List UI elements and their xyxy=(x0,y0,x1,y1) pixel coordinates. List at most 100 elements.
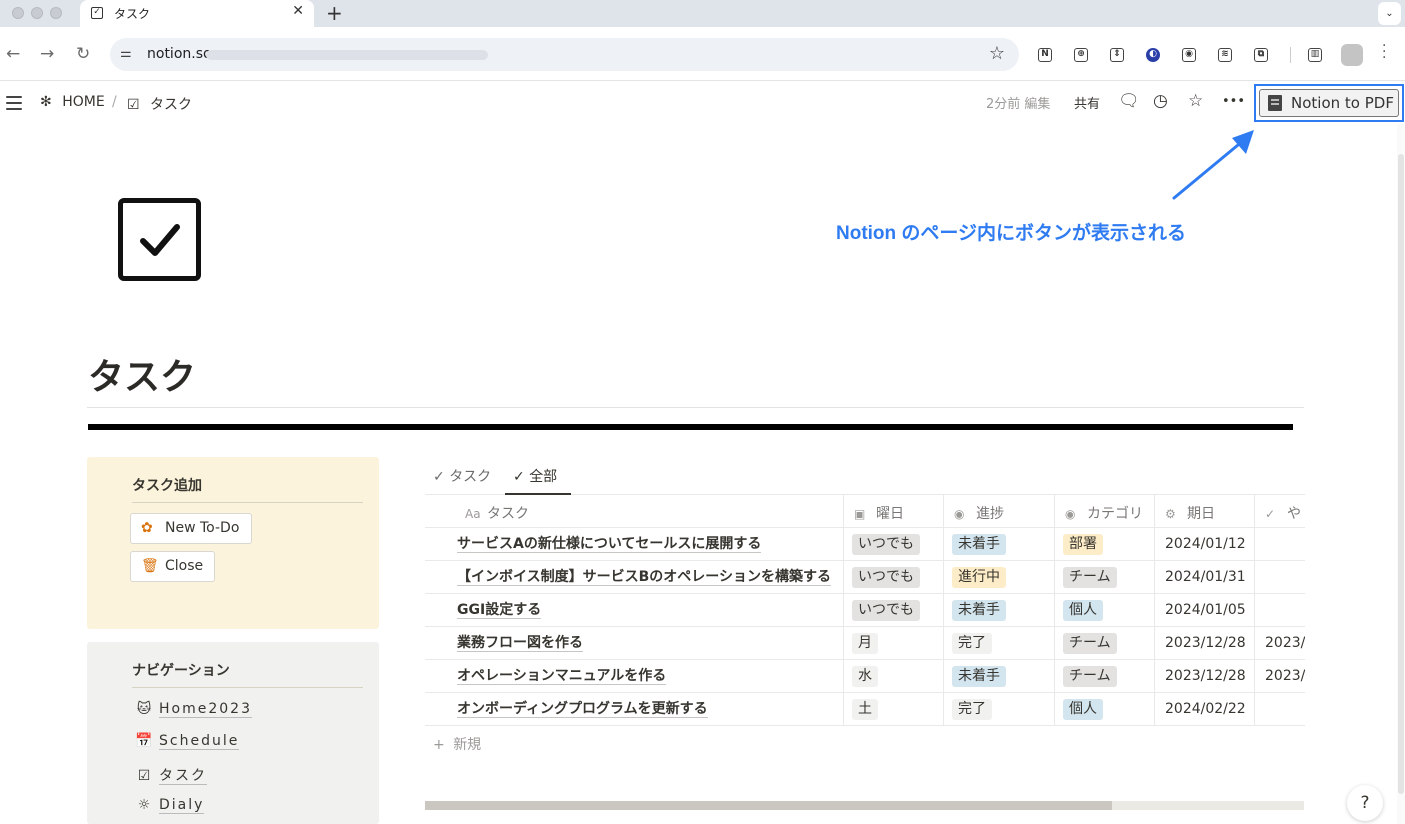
due-cell[interactable]: 2023/12/28 xyxy=(1154,660,1254,693)
task-cell[interactable]: 【インボイス制度】サービスBのオペレーションを構築する xyxy=(425,561,843,594)
window-zoom-dot[interactable] xyxy=(50,7,62,19)
task-cell[interactable]: オンボーディングプログラムを更新する xyxy=(425,693,843,726)
column-header-progress[interactable]: ◉ 進捗 xyxy=(943,495,1054,528)
extra-cell[interactable] xyxy=(1254,561,1305,594)
extension-icon[interactable]: ≋ xyxy=(1218,48,1232,62)
due-cell[interactable]: 2024/02/22 xyxy=(1154,693,1254,726)
new-todo-button[interactable]: ✿ New To-Do xyxy=(130,513,252,544)
task-name[interactable]: オンボーディングプログラムを更新する xyxy=(457,701,708,718)
day-cell[interactable]: いつでも xyxy=(843,528,943,561)
column-header-due[interactable]: ⚙ 期日 xyxy=(1154,495,1254,528)
task-name[interactable]: GGI設定する xyxy=(457,602,542,619)
extensions-puzzle-icon[interactable]: ⧉ xyxy=(1254,48,1268,62)
help-button[interactable]: ? xyxy=(1347,785,1383,821)
nav-link-dialy[interactable]: ☼ Dialy xyxy=(135,797,205,814)
task-name[interactable]: 【インボイス制度】サービスBのオペレーションを構築する xyxy=(457,569,831,586)
nav-link-home2023[interactable]: 🐱 Home2023 xyxy=(135,701,252,718)
notion-to-pdf-button[interactable]: Notion to PDF xyxy=(1259,89,1399,117)
day-cell[interactable]: 月 xyxy=(843,627,943,660)
task-cell[interactable]: オペレーションマニュアルを作る xyxy=(425,660,843,693)
column-header-day[interactable]: ▣ 曜日 xyxy=(843,495,943,528)
column-header-extra[interactable]: ✓ や xyxy=(1254,495,1305,528)
extra-cell[interactable] xyxy=(1254,594,1305,627)
view-tab-all[interactable]: ✓ 全部 xyxy=(513,466,557,486)
extension-icon[interactable]: ◐ xyxy=(1146,48,1160,62)
task-name[interactable]: オペレーションマニュアルを作る xyxy=(457,668,667,685)
tab-search-icon[interactable]: ⌄ xyxy=(1378,2,1401,25)
category-cell[interactable]: チーム xyxy=(1054,561,1154,594)
extra-cell[interactable]: 2023/1 xyxy=(1254,660,1305,693)
page-checkbox-icon[interactable] xyxy=(118,198,201,281)
forward-icon[interactable]: → xyxy=(40,44,54,64)
page-scrollbar[interactable] xyxy=(1397,124,1405,824)
comment-icon[interactable]: 🗨 xyxy=(1118,91,1140,111)
task-cell[interactable]: GGI設定する xyxy=(425,594,843,627)
column-header-task[interactable]: Aa タスク xyxy=(425,495,843,528)
new-row-button[interactable]: + 新規 xyxy=(433,734,481,754)
table-row[interactable]: オンボーディングプログラムを更新する 土 完了 個人 2024/02/22 xyxy=(425,693,1305,726)
extension-icon[interactable]: ⇕ xyxy=(1110,48,1124,62)
day-cell[interactable]: 土 xyxy=(843,693,943,726)
notion-extension-icon[interactable]: N xyxy=(1038,48,1052,62)
progress-cell[interactable]: 完了 xyxy=(943,693,1054,726)
table-row[interactable]: サービスAの新仕様についてセールスに展開する いつでも 未着手 部署 2024/01/1… xyxy=(425,528,1305,561)
task-cell[interactable]: 業務フロー図を作る xyxy=(425,627,843,660)
category-cell[interactable]: 個人 xyxy=(1054,594,1154,627)
favorite-star-icon[interactable]: ☆ xyxy=(1188,91,1203,111)
category-cell[interactable]: 個人 xyxy=(1054,693,1154,726)
day-cell[interactable]: 水 xyxy=(843,660,943,693)
category-cell[interactable]: チーム xyxy=(1054,660,1154,693)
share-button[interactable]: 共有 xyxy=(1074,93,1100,112)
more-icon[interactable]: ••• xyxy=(1222,94,1245,109)
bookmark-star-icon[interactable]: ☆ xyxy=(989,43,1005,64)
back-icon[interactable]: ← xyxy=(6,44,20,64)
address-bar[interactable]: ⚌ notion.so ☆ xyxy=(110,38,1019,71)
view-tab-task[interactable]: ✓ タスク xyxy=(433,466,491,486)
browser-menu-icon[interactable]: · · · xyxy=(1382,39,1386,65)
camera-extension-icon[interactable]: ◉ xyxy=(1182,48,1196,62)
nav-link-task[interactable]: ☑ タスク xyxy=(135,765,207,785)
table-row[interactable]: GGI設定する いつでも 未着手 個人 2024/01/05 xyxy=(425,594,1305,627)
progress-cell[interactable]: 完了 xyxy=(943,627,1054,660)
extra-cell[interactable]: 2023/1 xyxy=(1254,627,1305,660)
category-cell[interactable]: チーム xyxy=(1054,627,1154,660)
table-horizontal-scrollbar[interactable] xyxy=(425,801,1304,810)
sidebar-menu-icon[interactable] xyxy=(6,96,22,114)
history-icon[interactable]: ◷ xyxy=(1153,91,1168,111)
close-button[interactable]: 🗑 Close xyxy=(130,551,215,582)
profile-avatar[interactable] xyxy=(1341,44,1363,66)
nav-link-schedule[interactable]: 📅 Schedule xyxy=(135,733,240,750)
due-cell[interactable]: 2024/01/12 xyxy=(1154,528,1254,561)
task-cell[interactable]: サービスAの新仕様についてセールスに展開する xyxy=(425,528,843,561)
window-close-dot[interactable] xyxy=(12,7,24,19)
category-cell[interactable]: 部署 xyxy=(1054,528,1154,561)
extra-cell[interactable] xyxy=(1254,693,1305,726)
due-cell[interactable]: 2023/12/28 xyxy=(1154,627,1254,660)
table-row[interactable]: オペレーションマニュアルを作る 水 未着手 チーム 2023/12/28 2023/1 xyxy=(425,660,1305,693)
progress-cell[interactable]: 進行中 xyxy=(943,561,1054,594)
task-name[interactable]: サービスAの新仕様についてセールスに展開する xyxy=(457,536,762,553)
extra-cell[interactable] xyxy=(1254,528,1305,561)
progress-cell[interactable]: 未着手 xyxy=(943,594,1054,627)
reload-icon[interactable]: ↻ xyxy=(76,44,90,64)
day-cell[interactable]: いつでも xyxy=(843,594,943,627)
table-row[interactable]: 【インボイス制度】サービスBのオペレーションを構築する いつでも 進行中 チーム 202… xyxy=(425,561,1305,594)
page-title[interactable]: タスク xyxy=(88,348,196,400)
column-header-category[interactable]: ◉ カテゴリ xyxy=(1054,495,1154,528)
table-row[interactable]: 業務フロー図を作る 月 完了 チーム 2023/12/28 2023/1 xyxy=(425,627,1305,660)
tab-close-icon[interactable]: ✕ xyxy=(292,3,304,19)
extension-icon[interactable]: ⊕ xyxy=(1074,48,1088,62)
day-cell[interactable]: いつでも xyxy=(843,561,943,594)
due-cell[interactable]: 2024/01/05 xyxy=(1154,594,1254,627)
due-cell[interactable]: 2024/01/31 xyxy=(1154,561,1254,594)
breadcrumb-home[interactable]: ✻ HOME xyxy=(40,94,105,110)
browser-tab[interactable]: ✓ タスク ✕ xyxy=(80,0,314,27)
new-tab-button[interactable]: + xyxy=(326,1,343,25)
window-minimize-dot[interactable] xyxy=(31,7,43,19)
side-panel-icon[interactable]: ▥ xyxy=(1308,48,1322,62)
site-settings-icon[interactable]: ⚌ xyxy=(120,46,132,61)
progress-cell[interactable]: 未着手 xyxy=(943,660,1054,693)
task-name[interactable]: 業務フロー図を作る xyxy=(457,635,583,652)
progress-cell[interactable]: 未着手 xyxy=(943,528,1054,561)
breadcrumb-task[interactable]: ☑ タスク xyxy=(127,94,192,114)
